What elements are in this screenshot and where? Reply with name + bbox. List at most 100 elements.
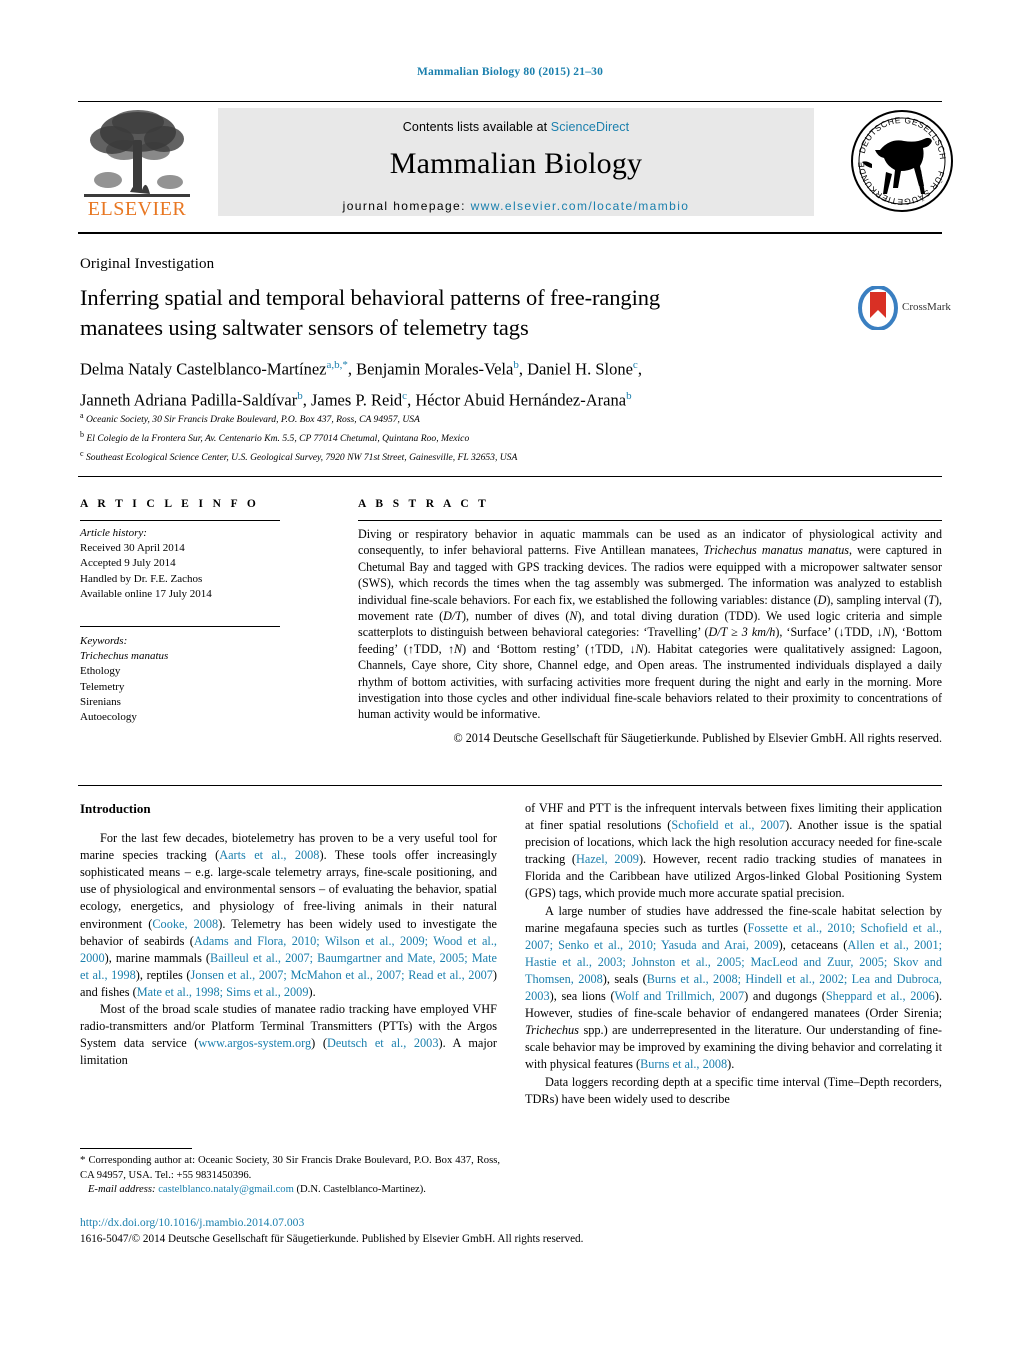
abstract-criterion-travelling: D/T ≥ 3 km/h <box>708 625 776 640</box>
elsevier-wordmark: ELSEVIER <box>87 198 187 220</box>
external-url-link[interactable]: www.argos-system.org <box>198 1036 311 1050</box>
info-top-rule <box>78 476 942 477</box>
article-history-block: Article history: Received 30 April 2014 … <box>80 526 290 602</box>
email-link[interactable]: castelblanco.nataly@gmail.com <box>158 1184 294 1195</box>
keywords-label: Keywords: <box>80 635 128 647</box>
deutsche-gesellschaft-seal-icon: DEUTSCHE GESELLSCHAFT FÜR SÄUGETIERKUNDE <box>847 98 953 212</box>
crossmark-badge[interactable]: CrossMark <box>858 285 962 332</box>
elsevier-logo: ELSEVIER <box>78 106 196 220</box>
corresponding-author-footnote: * Corresponding author at: Oceanic Socie… <box>80 1153 500 1198</box>
corresponding-author-text: Corresponding author at: Oceanic Society… <box>80 1155 500 1181</box>
text-run: ). <box>727 1057 735 1072</box>
abstract-rule <box>358 520 942 521</box>
keyword-item: Trichechus manatus <box>80 650 169 663</box>
section-heading-introduction: Introduction <box>80 801 151 816</box>
email-owner: (D.N. Castelblanco-Martinez). <box>293 1184 426 1196</box>
history-item: Handled by Dr. F.E. Zachos <box>80 572 203 585</box>
citation-link[interactable]: Sheppard et al., 2006 <box>826 989 935 1003</box>
society-logo: DEUTSCHE GESELLSCHAFT FÜR SÄUGETIERKUNDE <box>847 98 954 216</box>
contents-prefix: Contents lists available at <box>402 120 551 134</box>
abstract-var-n: N <box>454 641 463 656</box>
title-line-2: manatees using saltwater sensors of tele… <box>80 315 529 340</box>
paragraph: A large number of studies have addressed… <box>525 903 942 1074</box>
citation-link[interactable]: Jonsen et al., 2007; McMahon et al., 200… <box>191 968 493 982</box>
affiliation-list: a Oceanic Society, 30 Sir Francis Drake … <box>80 409 780 465</box>
abstract-copyright: © 2014 Deutsche Gesellschaft für Säugeti… <box>453 730 942 745</box>
citation-link[interactable]: Aarts et al., 2008 <box>219 848 319 862</box>
journal-homepage-line: journal homepage: www.elsevier.com/locat… <box>218 199 814 213</box>
abstract-var-n: N <box>882 625 891 640</box>
citation-link[interactable]: Hazel, 2009 <box>576 852 639 866</box>
keyword-item: Autoecology <box>80 711 137 724</box>
masthead: ELSEVIER Contents lists available at Sci… <box>78 98 953 220</box>
crossmark-label: CrossMark <box>902 301 951 313</box>
issn-copyright-line: 1616-5047/© 2014 Deutsche Gesellschaft f… <box>80 1233 584 1245</box>
citation-link[interactable]: Deutsch et al., 2003 <box>327 1036 439 1050</box>
sciencedirect-link[interactable]: ScienceDirect <box>551 120 629 134</box>
doi-link[interactable]: http://dx.doi.org/10.1016/j.mambio.2014.… <box>80 1216 304 1229</box>
abstract-species-name: Trichechus manatus manatus <box>703 543 849 558</box>
affiliation-row: b El Colegio de la Frontera Sur, Av. Cen… <box>80 428 780 447</box>
citation-link[interactable]: Cooke, 2008 <box>152 917 218 931</box>
abstract-heading: A B S T R A C T <box>358 498 490 510</box>
author-1: Delma Nataly Castelblanco-Martínez <box>80 359 327 379</box>
article-history-label: Article history: <box>80 527 147 539</box>
page-title: Inferring spatial and temporal behaviora… <box>80 283 820 343</box>
text-run: ) ( <box>311 1036 327 1051</box>
paragraph: of VHF and PTT is the infrequent interva… <box>525 800 942 903</box>
affiliation-row: a Oceanic Society, 30 Sir Francis Drake … <box>80 409 780 428</box>
journal-article-page: Mammalian Biology 80 (2015) 21–30 ELSEVI… <box>0 0 1020 1351</box>
abstract-var-dt: D/T <box>443 609 462 624</box>
keyword-item: Sirenians <box>80 695 121 708</box>
article-info-rule <box>80 520 280 521</box>
article-type-kicker: Original Investigation <box>80 256 215 272</box>
history-item: Available online 17 July 2014 <box>80 587 212 600</box>
history-item: Received 30 April 2014 <box>80 542 185 555</box>
affiliation-marker: c <box>80 448 84 458</box>
text-run: ) and dugongs ( <box>744 989 826 1004</box>
email-address-label: E-mail address: <box>87 1184 156 1196</box>
author-3: , Daniel H. Slone <box>518 359 633 379</box>
homepage-label: journal homepage: <box>342 199 466 213</box>
journal-banner: Contents lists available at ScienceDirec… <box>218 108 814 216</box>
abstract-part: ), number of dives ( <box>461 609 570 624</box>
abstract-part: ), sampling interval ( <box>826 592 929 607</box>
body-column-right: of VHF and PTT is the infrequent interva… <box>525 800 942 1108</box>
footnote-rule <box>80 1148 192 1149</box>
keywords-block: Keywords: Trichechus manatus Ethology Te… <box>80 634 290 725</box>
article-info-separator-rule <box>80 626 280 627</box>
author-1-affil-marker: a,b, <box>326 359 343 371</box>
citation-link[interactable]: Wolf and Trillmich, 2007 <box>615 989 745 1003</box>
contents-available-line: Contents lists available at ScienceDirec… <box>218 120 814 134</box>
author-6-affil-marker: b <box>626 389 632 402</box>
paragraph: Most of the broad scale studies of manat… <box>80 1001 497 1069</box>
abstract-part: ), ‘Surface’ (↓TDD, ↓ <box>775 625 883 640</box>
genus-name: Trichechus <box>525 1023 579 1038</box>
author-5: , James P. Reid <box>302 390 403 409</box>
masthead-bottom-rule <box>78 232 942 234</box>
homepage-url-link[interactable]: www.elsevier.com/locate/mambio <box>471 199 690 213</box>
affiliation-text: Oceanic Society, 30 Sir Francis Drake Bo… <box>85 414 420 426</box>
citation-link[interactable]: Mate et al., 1998; Sims et al., 2009 <box>137 985 309 999</box>
crossmark-icon <box>858 285 898 331</box>
author-4: Janneth Adriana Padilla-Saldívar <box>80 390 298 409</box>
abstract-bottom-rule <box>78 785 942 786</box>
text-run: ), sea lions ( <box>549 989 615 1004</box>
affiliation-marker: b <box>80 429 84 439</box>
abstract-text: Diving or respiratory behavior in aquati… <box>358 526 942 746</box>
affiliation-row: c Southeast Ecological Science Center, U… <box>80 447 780 466</box>
paragraph: Data loggers recording depth at a specif… <box>525 1074 942 1108</box>
body-column-left: Introduction For the last few decades, b… <box>80 800 497 1069</box>
elsevier-tree-icon <box>84 110 190 197</box>
citation-link[interactable]: Schofield et al., 2007 <box>671 818 785 832</box>
article-info-heading: A R T I C L E I N F O <box>80 498 260 510</box>
keyword-item: Ethology <box>80 665 121 678</box>
author-6: , Héctor Abuid Hernández-Arana <box>407 390 627 409</box>
author-line1-end: , <box>637 359 642 379</box>
running-head: Mammalian Biology 80 (2015) 21–30 <box>416 66 604 78</box>
citation-link[interactable]: Burns et al., 2008 <box>640 1057 727 1071</box>
author-list: Delma Nataly Castelblanco-Martíneza,b,*,… <box>80 352 880 413</box>
abstract-var-t: T <box>928 592 935 607</box>
title-line-1: Inferring spatial and temporal behaviora… <box>80 285 661 310</box>
text-run: ). <box>308 984 316 999</box>
